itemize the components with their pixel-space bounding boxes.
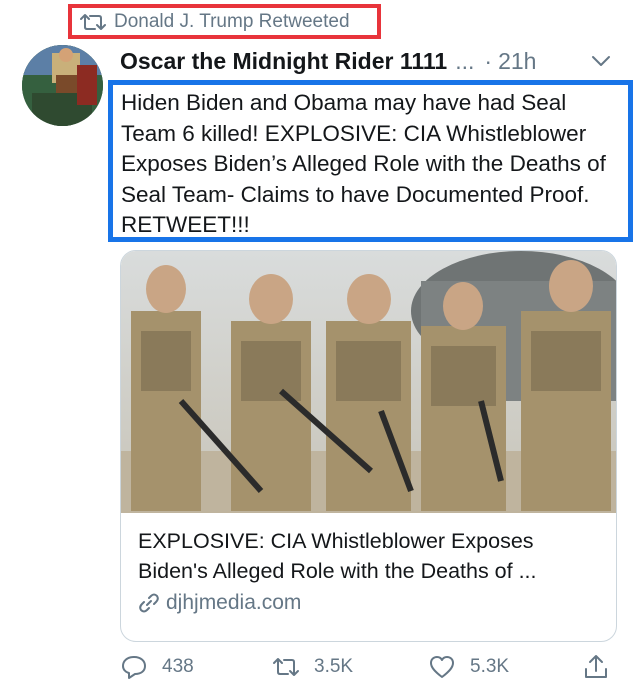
retweet-icon [80,13,106,30]
name-truncation: ... [455,47,475,74]
card-photo [121,251,616,513]
link-card[interactable]: EXPLOSIVE: CIA Whistleblower Exposes Bid… [120,250,617,642]
card-domain: djhjmedia.com [138,591,301,615]
tweet-author-row: Oscar the Midnight Rider 1111 ... · 21h [120,44,628,78]
like-button[interactable]: 5.3K [428,648,509,686]
retweet-button[interactable]: 3.5K [272,648,353,686]
chevron-down-icon[interactable] [590,54,612,68]
card-domain-text: djhjmedia.com [166,591,302,614]
tweet-text: Hiden Biden and Obama may have had Seal … [108,80,633,242]
tweet-actions: 438 3.5K 5.3K [120,648,620,686]
retweeted-by-label: Donald J. Trump Retweeted [114,10,350,32]
retweet-count: 3.5K [314,656,354,677]
heart-icon [430,656,454,678]
reply-button[interactable]: 438 [120,648,194,686]
reply-icon [122,656,146,679]
avatar[interactable] [22,45,103,126]
card-title: EXPLOSIVE: CIA Whistleblower Exposes Bid… [138,529,537,583]
avatar-image [22,45,103,126]
share-button[interactable] [582,648,624,686]
retweeted-by-banner[interactable]: Donald J. Trump Retweeted [68,4,381,39]
like-count: 5.3K [470,656,510,677]
link-icon [139,593,159,613]
retweet-icon [273,658,299,676]
tweet-time[interactable]: 21h [498,48,536,75]
separator-dot: · [484,47,493,74]
author-name[interactable]: Oscar the Midnight Rider 1111 [120,48,447,75]
share-icon [585,655,607,678]
reply-count: 438 [162,656,194,677]
